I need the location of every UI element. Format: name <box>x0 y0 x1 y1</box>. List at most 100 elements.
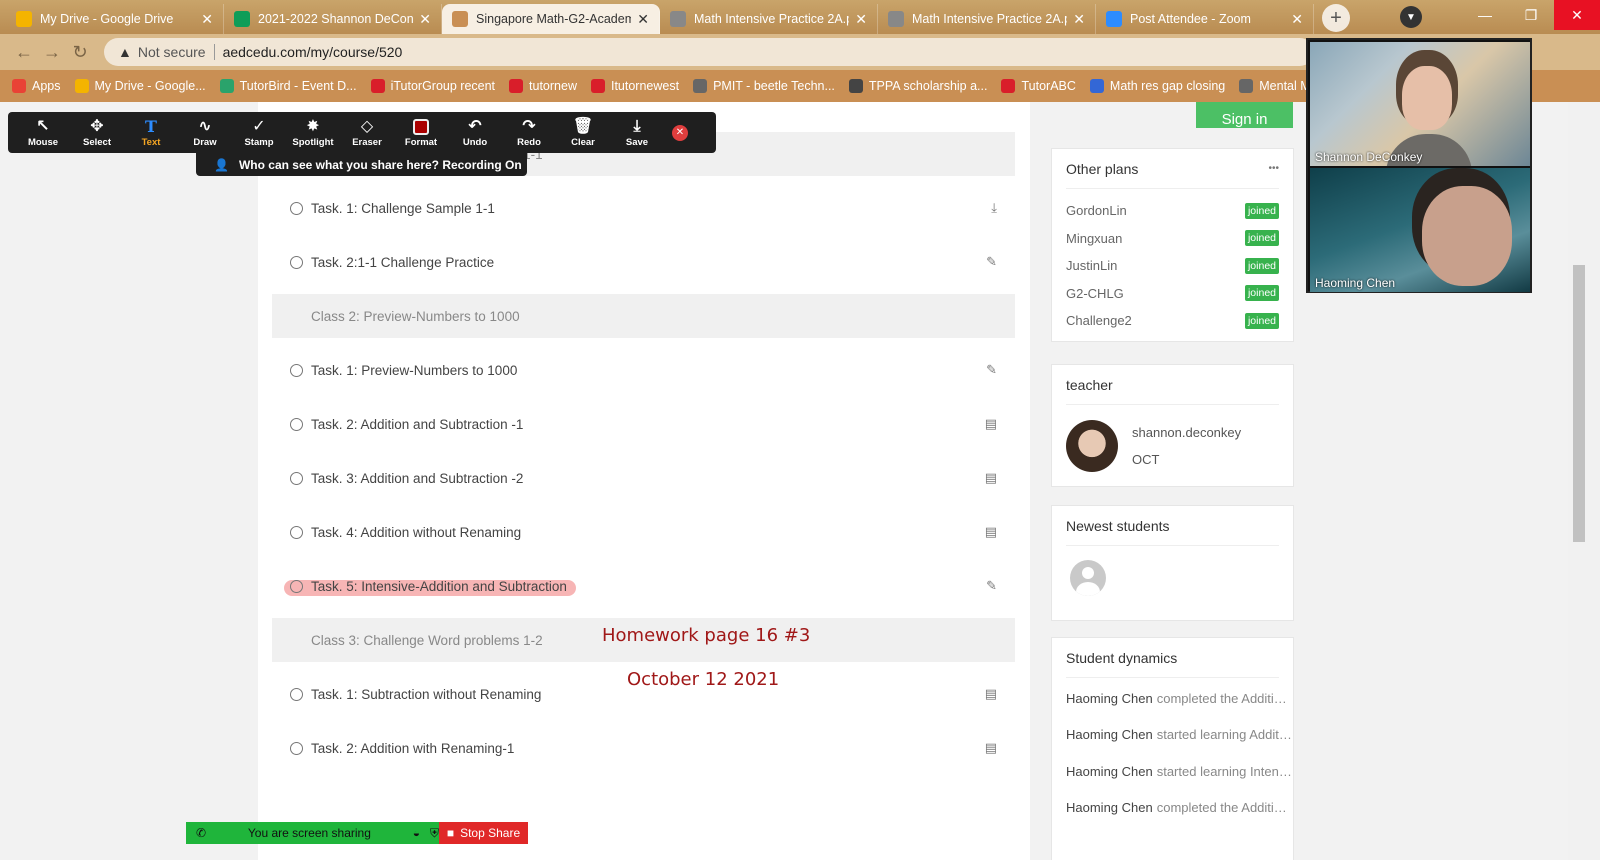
url-text[interactable]: aedcedu.com/my/course/520 <box>223 44 403 60</box>
browser-tab[interactable]: 2021-2022 Shannon DeConkey ✕ <box>224 4 442 34</box>
bookmark-item[interactable]: Itutornewest <box>590 79 679 93</box>
radio-icon[interactable] <box>290 687 303 701</box>
dynamics-item[interactable]: Haoming Chen started learning Addit… <box>1052 717 1293 754</box>
new-tab-button[interactable]: + <box>1322 4 1350 32</box>
plan-item[interactable]: GordonLin joined <box>1052 197 1293 225</box>
stop-share-button[interactable]: ■ Stop Share <box>439 822 528 844</box>
bookmark-item[interactable]: Apps <box>12 79 61 93</box>
student-name[interactable]: Haoming Chen <box>1066 727 1153 742</box>
zoom-tool-spotlight[interactable]: ✸ Spotlight <box>286 117 340 148</box>
browser-tab[interactable]: My Drive - Google Drive ✕ <box>6 4 224 34</box>
radio-icon[interactable] <box>290 201 303 215</box>
task-row[interactable]: Task. 2: Addition and Subtraction -1 ▤ <box>272 402 1015 446</box>
radio-icon[interactable] <box>290 471 303 485</box>
warning-icon[interactable]: ▲ <box>118 44 132 60</box>
task-row[interactable]: Task. 5: Intensive-Addition and Subtract… <box>272 564 1015 608</box>
close-window-icon[interactable]: ✕ <box>1554 0 1600 30</box>
zoom-tool-select[interactable]: ✥ Select <box>70 117 124 148</box>
radio-icon[interactable] <box>290 363 303 377</box>
radio-icon[interactable] <box>290 579 303 593</box>
task-title[interactable]: Task. 3: Addition and Subtraction -2 <box>311 471 523 486</box>
radio-icon[interactable] <box>290 255 303 269</box>
reload-icon[interactable]: ↻ <box>66 42 94 63</box>
bookmark-item[interactable]: TPPA scholarship a... <box>848 79 987 93</box>
task-title[interactable]: Task. 2: Addition with Renaming-1 <box>311 741 514 756</box>
bookmark-item[interactable]: PMIT - beetle Techn... <box>693 79 835 93</box>
close-tab-icon[interactable]: ✕ <box>419 11 431 28</box>
zoom-tool-undo[interactable]: ↶ Undo <box>448 117 502 148</box>
task-title[interactable]: Task. 1: Subtraction without Renaming <box>311 687 541 702</box>
zoom-tool-format[interactable]: Format <box>394 117 448 148</box>
task-row[interactable]: Task. 2:1-1 Challenge Practice ✎ <box>272 240 1015 284</box>
zoom-tool-save[interactable]: ⤓ Save <box>610 117 664 148</box>
teacher-name[interactable]: shannon.deconkey <box>1132 419 1241 446</box>
task-row[interactable]: Task. 1: Preview-Numbers to 1000 ✎ <box>272 348 1015 392</box>
plan-name[interactable]: Challenge2 <box>1066 313 1132 328</box>
browser-tab[interactable]: Post Attendee - Zoom ✕ <box>1096 4 1314 34</box>
task-row[interactable]: Task. 4: Addition without Renaming ▤ <box>272 510 1015 554</box>
radio-icon[interactable] <box>290 741 303 755</box>
document-icon[interactable]: ▤ <box>985 416 997 432</box>
close-tab-icon[interactable]: ✕ <box>201 11 213 28</box>
plan-name[interactable]: GordonLin <box>1066 203 1127 218</box>
student-name[interactable]: Haoming Chen <box>1066 691 1153 706</box>
plan-item[interactable]: JustinLin joined <box>1052 252 1293 280</box>
scrollbar-thumb[interactable] <box>1573 265 1585 542</box>
zoom-tool-eraser[interactable]: ◇ Eraser <box>340 117 394 148</box>
close-tab-icon[interactable]: ✕ <box>1073 11 1085 28</box>
video-tile-teacher[interactable]: Shannon DeConkey <box>1310 42 1530 166</box>
sharing-status[interactable]: ✆ You are screen sharing ◒ ⛨ <box>186 822 439 844</box>
task-title[interactable]: Task. 4: Addition without Renaming <box>311 525 521 540</box>
zoom-tool-stamp[interactable]: ✓ Stamp <box>232 117 286 148</box>
plan-name[interactable]: G2-CHLG <box>1066 286 1124 301</box>
forward-icon[interactable]: → <box>38 42 66 63</box>
pencil-icon[interactable]: ✎ <box>986 362 997 378</box>
more-icon[interactable]: ••• <box>1268 163 1279 174</box>
zoom-tool-mouse[interactable]: ↖ Mouse <box>16 117 70 148</box>
bookmark-item[interactable]: Math res gap closing <box>1089 79 1225 93</box>
zoom-tool-redo[interactable]: ↷ Redo <box>502 117 556 148</box>
task-row[interactable]: Task. 1: Challenge Sample 1-1 ⤓ <box>272 186 1015 230</box>
teacher-avatar[interactable] <box>1066 420 1118 472</box>
security-status[interactable]: Not secure <box>138 44 206 60</box>
bookmark-item[interactable]: My Drive - Google... <box>74 79 206 93</box>
class-header[interactable]: Class 2: Preview-Numbers to 1000 <box>272 294 1015 338</box>
radio-icon[interactable] <box>290 525 303 539</box>
minimize-icon[interactable]: — <box>1462 0 1508 30</box>
zoom-tool-draw[interactable]: ∿ Draw <box>178 117 232 148</box>
zoom-tool-text[interactable]: T Text <box>124 117 178 148</box>
page-scrollbar[interactable] <box>1568 102 1600 860</box>
restore-icon[interactable]: ❐ <box>1508 0 1554 30</box>
task-title[interactable]: Task. 2:1-1 Challenge Practice <box>311 255 494 270</box>
pencil-icon[interactable]: ✎ <box>986 254 997 270</box>
zoom-tool-clear[interactable]: 🗑 Clear <box>556 117 610 148</box>
bookmark-item[interactable]: iTutorGroup recent <box>370 79 495 93</box>
student-avatar[interactable] <box>1070 560 1106 596</box>
close-tab-icon[interactable]: ✕ <box>1291 11 1303 28</box>
bookmark-item[interactable]: tutornew <box>509 79 577 93</box>
document-icon[interactable]: ▤ <box>985 470 997 486</box>
dynamics-item[interactable]: Haoming Chen completed the Additi… <box>1052 790 1293 827</box>
tab-search-icon[interactable]: ▼ <box>1400 6 1422 28</box>
document-icon[interactable]: ▤ <box>985 686 997 702</box>
bookmark-item[interactable]: TutorBird - Event D... <box>219 79 357 93</box>
back-icon[interactable]: ← <box>10 42 38 63</box>
plan-name[interactable]: JustinLin <box>1066 258 1117 273</box>
dynamics-item[interactable]: Haoming Chen started learning Inten… <box>1052 753 1293 790</box>
task-title[interactable]: Task. 5: Intensive-Addition and Subtract… <box>311 579 567 594</box>
plan-item[interactable]: G2-CHLG joined <box>1052 280 1293 308</box>
recording-text[interactable]: Who can see what you share here? Recordi… <box>239 158 522 172</box>
pencil-icon[interactable]: ✎ <box>986 578 997 594</box>
student-name[interactable]: Haoming Chen <box>1066 800 1153 815</box>
sign-in-button[interactable]: Sign in <box>1196 102 1293 128</box>
task-row[interactable]: Task. 3: Addition and Subtraction -2 ▤ <box>272 456 1015 500</box>
browser-tab[interactable]: Math Intensive Practice 2A.pdf ✕ <box>660 4 878 34</box>
browser-tab[interactable]: Math Intensive Practice 2A.pdf ✕ <box>878 4 1096 34</box>
radio-icon[interactable] <box>290 417 303 431</box>
plan-item[interactable]: Challenge2 joined <box>1052 307 1293 335</box>
bookmark-item[interactable]: TutorABC <box>1001 79 1076 93</box>
browser-tab[interactable]: Singapore Math-G2-Academy ✕ <box>442 4 660 34</box>
plan-item[interactable]: Mingxuan joined <box>1052 225 1293 253</box>
student-name[interactable]: Haoming Chen <box>1066 764 1153 779</box>
plan-name[interactable]: Mingxuan <box>1066 231 1122 246</box>
